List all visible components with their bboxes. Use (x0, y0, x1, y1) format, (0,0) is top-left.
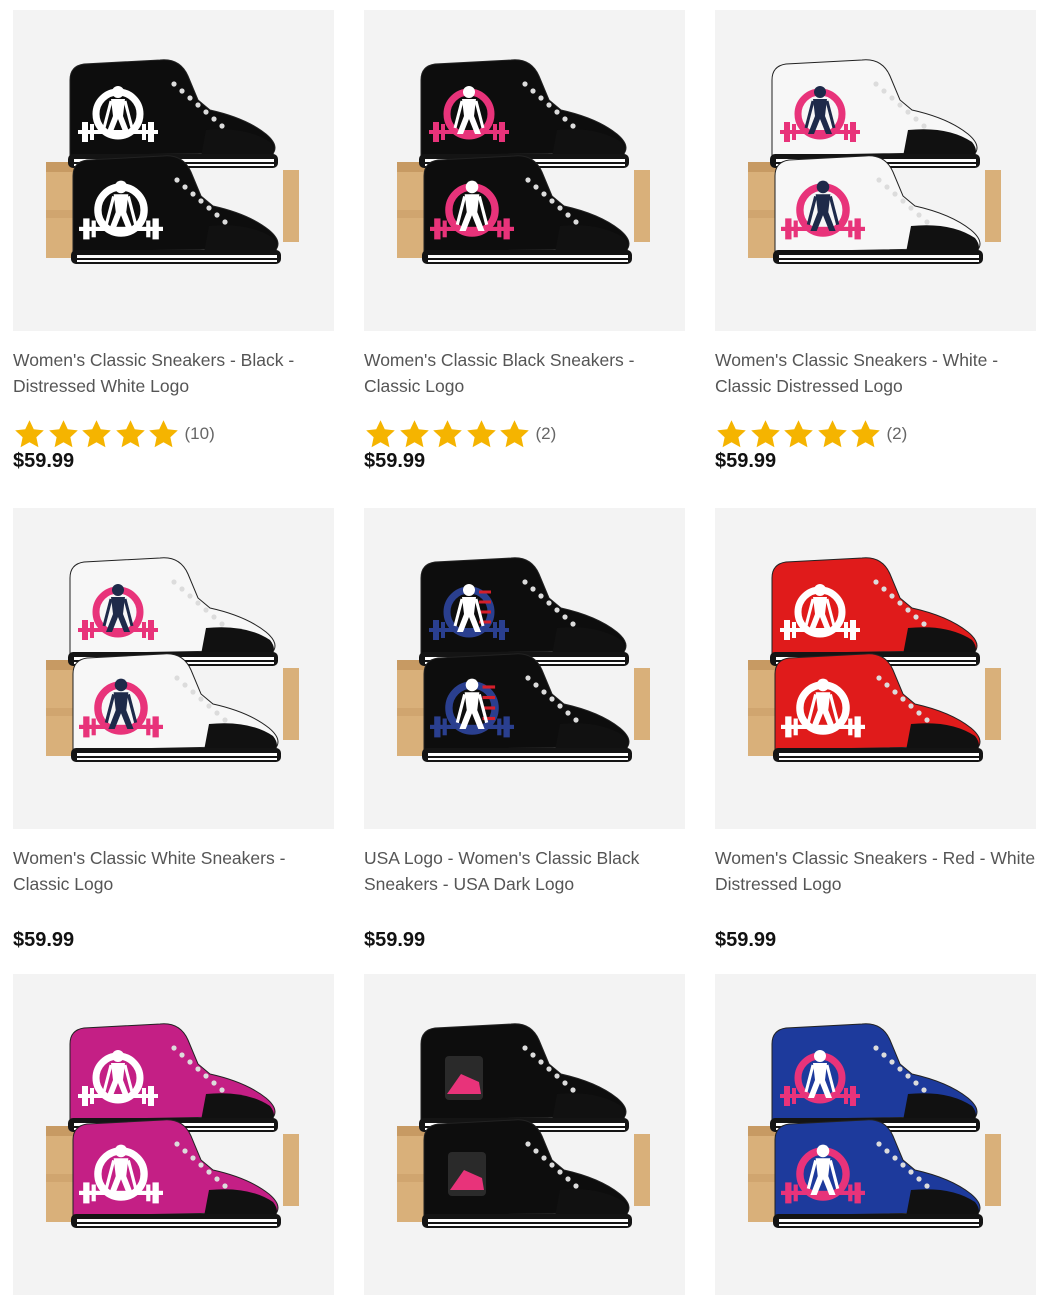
product-price: $59.99 (13, 929, 75, 951)
black-usa-logo-sneakers-image (397, 557, 650, 762)
product-title-line: Classic Logo (364, 376, 465, 396)
product-title-line: Women's Classic Sneakers - White - (715, 350, 999, 370)
product-card[interactable]: Women's Classic Sneakers - White - Classi… (715, 10, 1036, 473)
review-count: (2) (535, 424, 557, 443)
product-card[interactable] (364, 974, 685, 1295)
product-image[interactable] (715, 974, 1036, 1295)
product-card[interactable] (13, 974, 334, 1295)
star-icon (149, 419, 178, 447)
product-rating[interactable]: (2) (364, 417, 685, 451)
product-title-line: Classic Logo (13, 874, 114, 894)
star-icon (717, 419, 746, 447)
product-title-line: Distressed Logo (715, 874, 842, 894)
magenta-white-logo-sneakers-image (46, 1023, 299, 1228)
blue-pink-logo-sneakers-image (748, 1023, 1001, 1228)
star-icon (466, 419, 496, 447)
product-image[interactable] (364, 974, 685, 1295)
product-price: $59.99 (13, 450, 75, 472)
black-white-logo-sneakers-image (46, 59, 299, 264)
product-title-link[interactable]: Women's Classic Sneakers - White - Classi… (715, 347, 1036, 399)
white-pink-distressed-sneakers-image (748, 59, 1001, 264)
product-card[interactable]: Women's Classic Black Sneakers - Classic … (364, 10, 685, 473)
product-card[interactable]: Women's Classic White Sneakers - Classic … (13, 508, 334, 952)
product-title-link[interactable]: Women's Classic Black Sneakers - Classic … (364, 347, 685, 399)
product-card[interactable] (715, 974, 1036, 1295)
product-price: $59.99 (715, 450, 777, 472)
product-image[interactable] (364, 508, 685, 829)
product-title-link[interactable]: Women's Classic Sneakers - Black - Distre… (13, 347, 334, 399)
black-pink-logo-sneakers-image (397, 59, 650, 264)
star-icon (48, 419, 78, 447)
star-icon (784, 419, 813, 447)
black-strong-beautiful-sneakers-image (397, 1023, 650, 1228)
red-white-logo-sneakers-image (748, 557, 1001, 762)
product-image[interactable] (13, 10, 334, 331)
product-price: $59.99 (715, 929, 777, 951)
product-title-line: Women's Classic Sneakers - Black - (13, 350, 295, 370)
product-image[interactable] (715, 508, 1036, 829)
product-card[interactable]: Women's Classic Sneakers - Red - White Di… (715, 508, 1036, 952)
product-image[interactable] (13, 974, 334, 1295)
star-icon (15, 419, 44, 447)
product-title-line: Women's Classic Black Sneakers - (364, 350, 635, 370)
star-icon (433, 419, 462, 447)
product-rating[interactable]: (2) (715, 417, 1036, 451)
product-title-line: Distressed White Logo (13, 376, 190, 396)
product-title-line: Sneakers - USA Dark Logo (364, 874, 575, 894)
star-icon (750, 419, 780, 447)
product-title-line: Women's Classic Sneakers - Red - White (715, 848, 1036, 868)
star-icon (500, 419, 529, 447)
product-title-link[interactable]: Women's Classic White Sneakers - Classic … (13, 845, 334, 897)
product-card[interactable]: USA Logo - Women's Classic Black Sneakers… (364, 508, 685, 952)
product-price: $59.99 (364, 929, 426, 951)
star-icon (82, 419, 111, 447)
product-image[interactable] (364, 10, 685, 331)
product-title-line: Women's Classic White Sneakers - (13, 848, 286, 868)
product-title-link[interactable]: Women's Classic Sneakers - Red - White Di… (715, 845, 1036, 897)
product-title-line: Classic Distressed Logo (715, 376, 903, 396)
product-image[interactable] (715, 10, 1036, 331)
white-classic-logo-sneakers-image (46, 557, 299, 762)
review-count: (10) (184, 424, 215, 443)
product-title-link[interactable]: USA Logo - Women's Classic Black Sneakers… (364, 845, 685, 897)
review-count: (2) (886, 424, 908, 443)
product-image[interactable] (13, 508, 334, 829)
product-card[interactable]: Women's Classic Sneakers - Black - Distre… (13, 10, 334, 473)
star-icon (817, 419, 847, 447)
star-icon (115, 419, 145, 447)
product-price: $59.99 (364, 450, 426, 472)
star-icon (399, 419, 429, 447)
star-icon (366, 419, 395, 447)
star-icon (851, 419, 880, 447)
product-rating[interactable]: (10) (13, 417, 334, 451)
product-title-line: USA Logo - Women's Classic Black (364, 848, 640, 868)
